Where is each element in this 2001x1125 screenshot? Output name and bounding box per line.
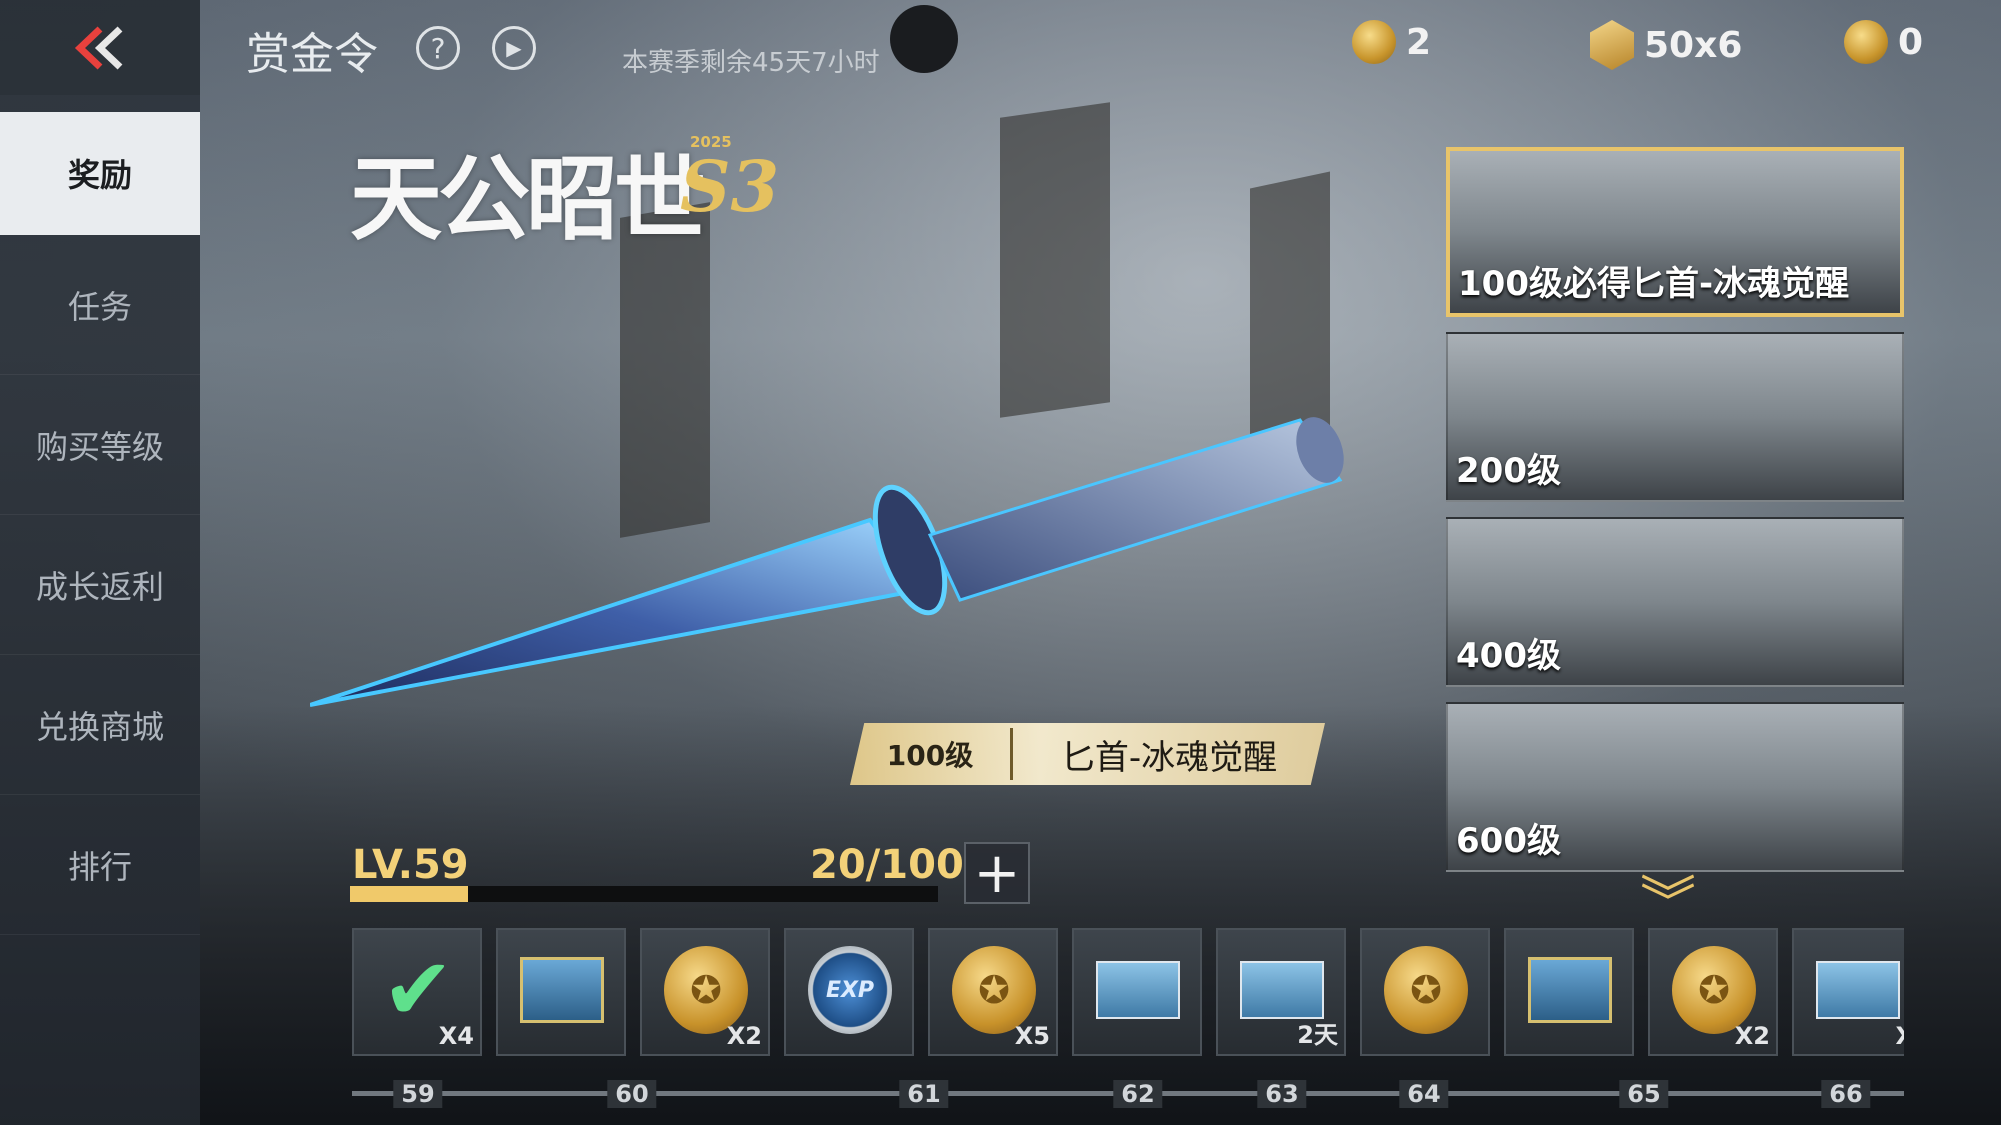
sidebar-item-label: 购买等级 bbox=[35, 427, 164, 466]
double-chevron-left-icon bbox=[74, 25, 123, 70]
level-marker: 63 bbox=[1257, 1080, 1307, 1108]
coin-icon bbox=[1352, 20, 1396, 64]
currency-value: 50x6 bbox=[1644, 24, 1743, 66]
reward-slot[interactable] bbox=[1072, 928, 1202, 1056]
milestone-label: 100级必得匕首-冰魂觉醒 bbox=[1458, 264, 1850, 304]
reward-quantity: X2 bbox=[1734, 1022, 1770, 1050]
checkmark-icon: ✔ bbox=[381, 940, 455, 1040]
season-logo: 天公昭世 bbox=[350, 145, 706, 253]
badge-icon bbox=[1590, 20, 1634, 70]
sidebar-item-rewards[interactable]: 奖励 bbox=[0, 112, 200, 235]
level-progress-count: 20/100 bbox=[810, 842, 964, 888]
featured-level: 100级 bbox=[886, 739, 974, 772]
sidebar-item-exchange-store[interactable]: 兑换商城 bbox=[0, 655, 200, 795]
reward-slot[interactable]: ✪ X5 bbox=[928, 928, 1058, 1056]
camera-notch bbox=[890, 5, 958, 73]
exp-card-icon: EXP bbox=[808, 946, 892, 1034]
ticket-icon bbox=[1844, 20, 1888, 64]
reward-quantity: X5 bbox=[1014, 1022, 1050, 1050]
featured-name: 匕首-冰魂觉醒 bbox=[1060, 737, 1278, 778]
reward-quantity: X bbox=[1895, 1022, 1904, 1050]
milestone-card[interactable]: 100级必得匕首-冰魂觉醒 bbox=[1446, 147, 1904, 317]
milestone-card[interactable]: 600级 bbox=[1446, 702, 1904, 872]
reward-slot[interactable]: X bbox=[1792, 928, 1904, 1056]
level-marker: 64 bbox=[1399, 1080, 1449, 1108]
reward-slot[interactable]: ✪ X2 bbox=[640, 928, 770, 1056]
coin-icon: ✪ bbox=[1672, 946, 1756, 1034]
help-button[interactable]: ? bbox=[416, 26, 460, 70]
sidebar-item-label: 奖励 bbox=[67, 156, 132, 194]
reward-slot[interactable]: ✪ X2 bbox=[1648, 928, 1778, 1056]
crate-icon bbox=[1528, 948, 1612, 1032]
milestone-card[interactable]: 200级 bbox=[1446, 332, 1904, 502]
play-icon: ▶ bbox=[506, 36, 522, 60]
reward-slot[interactable] bbox=[496, 928, 626, 1056]
season-logo-number: S3 bbox=[680, 145, 780, 228]
reward-quantity: X4 bbox=[438, 1022, 474, 1050]
item-icon bbox=[1816, 948, 1900, 1032]
reward-slot[interactable]: 2天 bbox=[1216, 928, 1346, 1056]
milestone-label: 400级 bbox=[1456, 636, 1561, 676]
reward-slot[interactable]: EXP bbox=[784, 928, 914, 1056]
coin-icon: ✪ bbox=[1384, 946, 1468, 1034]
sidebar-item-label: 兑换商城 bbox=[35, 707, 164, 746]
item-card-icon bbox=[1096, 948, 1180, 1032]
reward-track: ✔X4✪X2EXP✪X52天✪✪X2X bbox=[352, 928, 1904, 1056]
milestone-rewards: 100级必得匕首-冰魂觉醒 200级 400级 600级 bbox=[1446, 147, 1906, 887]
page-title: 赏金令 bbox=[246, 29, 378, 80]
sidebar: 奖励 任务 购买等级 成长返利 兑换商城 排行 bbox=[0, 0, 200, 1125]
featured-reward-banner: 100级 匕首-冰魂觉醒 bbox=[850, 723, 1325, 785]
reward-slot[interactable]: ✪ bbox=[1360, 928, 1490, 1056]
level-marker: 59 bbox=[393, 1080, 443, 1108]
currency-coin[interactable]: 2 bbox=[1352, 20, 1431, 64]
milestone-card[interactable]: 400级 bbox=[1446, 517, 1904, 687]
level-marker: 60 bbox=[607, 1080, 657, 1108]
sidebar-item-label: 成长返利 bbox=[35, 567, 164, 606]
currency-ticket[interactable]: 0 bbox=[1844, 20, 1923, 64]
sidebar-item-ranking[interactable]: 排行 bbox=[0, 795, 200, 935]
sidebar-nav: 奖励 任务 购买等级 成长返利 兑换商城 排行 bbox=[0, 112, 200, 935]
reward-slot[interactable]: ✔ X4 bbox=[352, 928, 482, 1056]
currency-value: 2 bbox=[1406, 21, 1432, 63]
back-button[interactable] bbox=[0, 0, 200, 95]
level-marker: 62 bbox=[1113, 1080, 1163, 1108]
milestone-label: 600级 bbox=[1456, 821, 1561, 861]
play-video-button[interactable]: ▶ bbox=[492, 26, 536, 70]
season-remaining: 本赛季剩余45天7小时 bbox=[622, 48, 880, 78]
level-markers: 59 60 61 62 63 64 65 66 bbox=[352, 1080, 1904, 1110]
milestone-label: 200级 bbox=[1456, 451, 1561, 491]
sidebar-item-label: 排行 bbox=[67, 847, 132, 886]
level-marker: 61 bbox=[899, 1080, 949, 1108]
reward-quantity: X2 bbox=[726, 1022, 762, 1050]
level-progress-bar bbox=[350, 886, 938, 902]
current-level: LV.59 bbox=[352, 842, 469, 888]
top-bar: 赏金令 ? ▶ 本赛季剩余45天7小时 2 50x6 0 bbox=[200, 0, 2001, 95]
coin-icon: ✪ bbox=[952, 946, 1036, 1034]
sidebar-item-label: 任务 bbox=[67, 287, 132, 326]
buy-level-button[interactable]: + bbox=[964, 840, 1030, 906]
plus-icon: + bbox=[973, 840, 1021, 906]
level-marker: 65 bbox=[1619, 1080, 1669, 1108]
reward-slot[interactable] bbox=[1504, 928, 1634, 1056]
level-marker: 66 bbox=[1821, 1080, 1871, 1108]
level-progress-fill bbox=[350, 886, 468, 902]
chevron-down-icon[interactable]: ︾ bbox=[1640, 858, 1696, 939]
currency-value: 0 bbox=[1898, 21, 1924, 63]
banner-flag bbox=[1000, 102, 1110, 418]
currency-badge[interactable]: 50x6 bbox=[1590, 20, 1742, 70]
crate-icon bbox=[520, 948, 604, 1032]
sidebar-item-buy-level[interactable]: 购买等级 bbox=[0, 375, 200, 515]
coin-icon: ✪ bbox=[664, 946, 748, 1034]
question-icon: ? bbox=[430, 31, 446, 65]
sidebar-item-growth-rebate[interactable]: 成长返利 bbox=[0, 515, 200, 655]
featured-dagger-image bbox=[310, 417, 1344, 707]
reward-quantity: 2天 bbox=[1297, 1021, 1338, 1049]
sidebar-item-tasks[interactable]: 任务 bbox=[0, 235, 200, 375]
